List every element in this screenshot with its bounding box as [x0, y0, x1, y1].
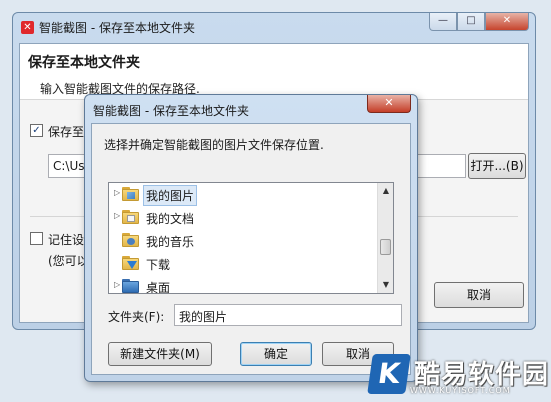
dialog-close-button[interactable]: ✕: [367, 95, 411, 113]
dialog-title: 智能截图 - 保存至本地文件夹: [93, 104, 249, 118]
tree-item-pictures[interactable]: ▷ 我的图片: [109, 183, 379, 206]
folder-field-label: 文件夹(F):: [108, 310, 165, 324]
save-checkbox[interactable]: ✓: [30, 124, 43, 137]
new-folder-button[interactable]: 新建文件夹(M): [108, 342, 212, 366]
tree-item-label: 我的音乐: [146, 235, 195, 249]
page-title: 保存至本地文件夹: [28, 55, 140, 71]
main-header: 保存至本地文件夹 输入智能截图文件的保存路径.: [20, 44, 528, 100]
dialog-description: 选择并确定智能截图的图片文件保存位置.: [104, 138, 324, 152]
remember-settings-checkbox[interactable]: [30, 232, 43, 245]
tree-item-label: 下载: [146, 258, 171, 272]
folder-tree[interactable]: ▷ 我的图片 ▷ 我的文档 我的音乐 下载 ▷ 桌面 ▲ ▼: [108, 182, 394, 294]
scroll-down-icon[interactable]: ▼: [378, 277, 393, 293]
ok-button[interactable]: 确定: [240, 342, 312, 366]
desktop-folder-icon: [122, 279, 140, 293]
window-controls: — □ ✕: [429, 13, 529, 31]
tree-item-music[interactable]: 我的音乐: [109, 229, 379, 251]
main-window-title: 智能截图 - 保存至本地文件夹: [39, 21, 195, 35]
minimize-button[interactable]: —: [429, 13, 457, 31]
music-folder-icon: [122, 233, 140, 247]
close-button[interactable]: ✕: [485, 13, 529, 31]
watermark-logo-icon: K: [367, 354, 411, 394]
app-logo-icon: ✕: [21, 21, 34, 34]
tree-item-desktop[interactable]: ▷ 桌面: [109, 275, 379, 294]
dialog-body: 选择并确定智能截图的图片文件保存位置. ▷ 我的图片 ▷ 我的文档 我的音乐 下…: [91, 123, 411, 375]
expand-arrow-icon[interactable]: ▷: [114, 188, 120, 197]
scroll-up-icon[interactable]: ▲: [378, 183, 393, 199]
main-cancel-button[interactable]: 取消: [434, 282, 524, 308]
tree-item-documents[interactable]: ▷ 我的文档: [109, 206, 379, 228]
expand-arrow-icon[interactable]: ▷: [114, 211, 120, 220]
maximize-button[interactable]: □: [457, 13, 485, 31]
scroll-thumb[interactable]: [380, 239, 391, 255]
watermark-url: WWW.KUYISOFT.COM: [410, 386, 511, 395]
watermark: K 酷易软件园 WWW.KUYISOFT.COM: [367, 352, 551, 402]
tree-item-label: 我的文档: [146, 212, 195, 226]
pictures-folder-icon: [122, 187, 140, 201]
tree-item-label: 桌面: [146, 281, 171, 294]
documents-folder-icon: [122, 210, 140, 224]
folder-name-input[interactable]: 我的图片: [174, 304, 402, 326]
save-checkbox-label: 保存至: [48, 125, 85, 139]
tree-item-label: 我的图片: [143, 185, 198, 206]
expand-arrow-icon[interactable]: ▷: [114, 280, 120, 289]
open-button[interactable]: 打开...(B): [468, 153, 526, 179]
tree-scrollbar[interactable]: ▲ ▼: [377, 183, 393, 293]
downloads-folder-icon: [122, 256, 140, 270]
folder-picker-dialog: 智能截图 - 保存至本地文件夹 ✕ 选择并确定智能截图的图片文件保存位置. ▷ …: [84, 94, 418, 382]
tree-item-downloads[interactable]: 下载: [109, 252, 379, 274]
